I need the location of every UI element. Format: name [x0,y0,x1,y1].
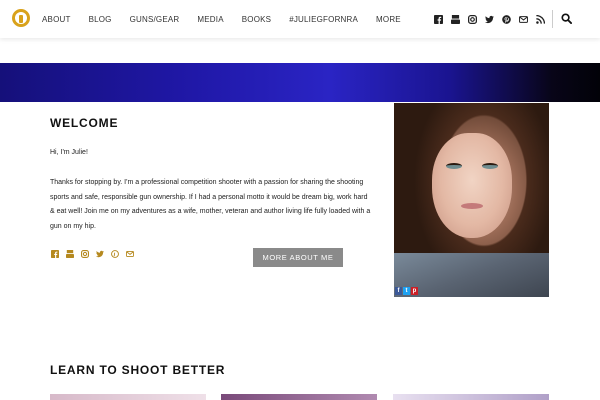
nav-item-media[interactable]: MEDIA [197,15,223,24]
welcome-social-links [51,250,141,258]
email-icon[interactable] [126,250,134,258]
facebook-icon[interactable] [434,14,443,24]
nav-item-more[interactable]: MORE [376,15,401,24]
nav-item-guns-gear[interactable]: GUNS/GEAR [130,15,180,24]
site-logo[interactable] [12,9,30,27]
nav-item-books[interactable]: BOOKS [242,15,271,24]
search-icon[interactable] [561,13,572,24]
hero-banner [0,63,600,102]
share-facebook-button[interactable]: f [395,287,402,295]
more-about-me-button[interactable]: MORE ABOUT ME [253,248,343,267]
youtube-icon[interactable] [66,250,74,258]
profile-photo [394,103,549,297]
header-divider [552,10,553,28]
share-twitter-button[interactable]: t [403,287,410,295]
main-nav: ABOUT BLOG GUNS/GEAR MEDIA BOOKS #JULIEG… [42,0,419,38]
facebook-icon[interactable] [51,250,59,258]
header-social-links [434,0,553,38]
nav-item-juliegfornra[interactable]: #JULIEGFORNRA [289,15,358,24]
photo-lips [461,203,483,209]
learn-thumbnail-2[interactable] [221,394,377,400]
instagram-icon[interactable] [468,14,477,24]
email-icon[interactable] [519,15,528,24]
instagram-icon[interactable] [81,250,89,258]
nav-item-blog[interactable]: BLOG [89,15,112,24]
photo-face [432,133,512,238]
welcome-body: Thanks for stopping by. I'm a profession… [50,179,371,230]
nav-item-about[interactable]: ABOUT [42,15,71,24]
welcome-greeting: Hi, I'm Julie! [50,149,88,156]
pinterest-icon[interactable] [502,14,511,24]
photo-eye-left [446,163,462,169]
site-header: ABOUT BLOG GUNS/GEAR MEDIA BOOKS #JULIEG… [0,0,600,38]
youtube-icon[interactable] [451,14,460,24]
photo-eye-right [482,163,498,169]
share-pinterest-button[interactable]: p [411,287,418,295]
welcome-title: WELCOME [50,116,119,130]
pinterest-icon[interactable] [111,250,119,258]
photo-share-buttons: f t p [395,287,419,295]
learn-section-title: LEARN TO SHOOT BETTER [50,363,226,377]
learn-thumbnail-1[interactable] [50,394,206,400]
twitter-icon[interactable] [96,250,104,258]
rss-icon[interactable] [536,14,545,24]
twitter-icon[interactable] [485,15,494,24]
learn-thumbnail-3[interactable] [393,394,549,400]
